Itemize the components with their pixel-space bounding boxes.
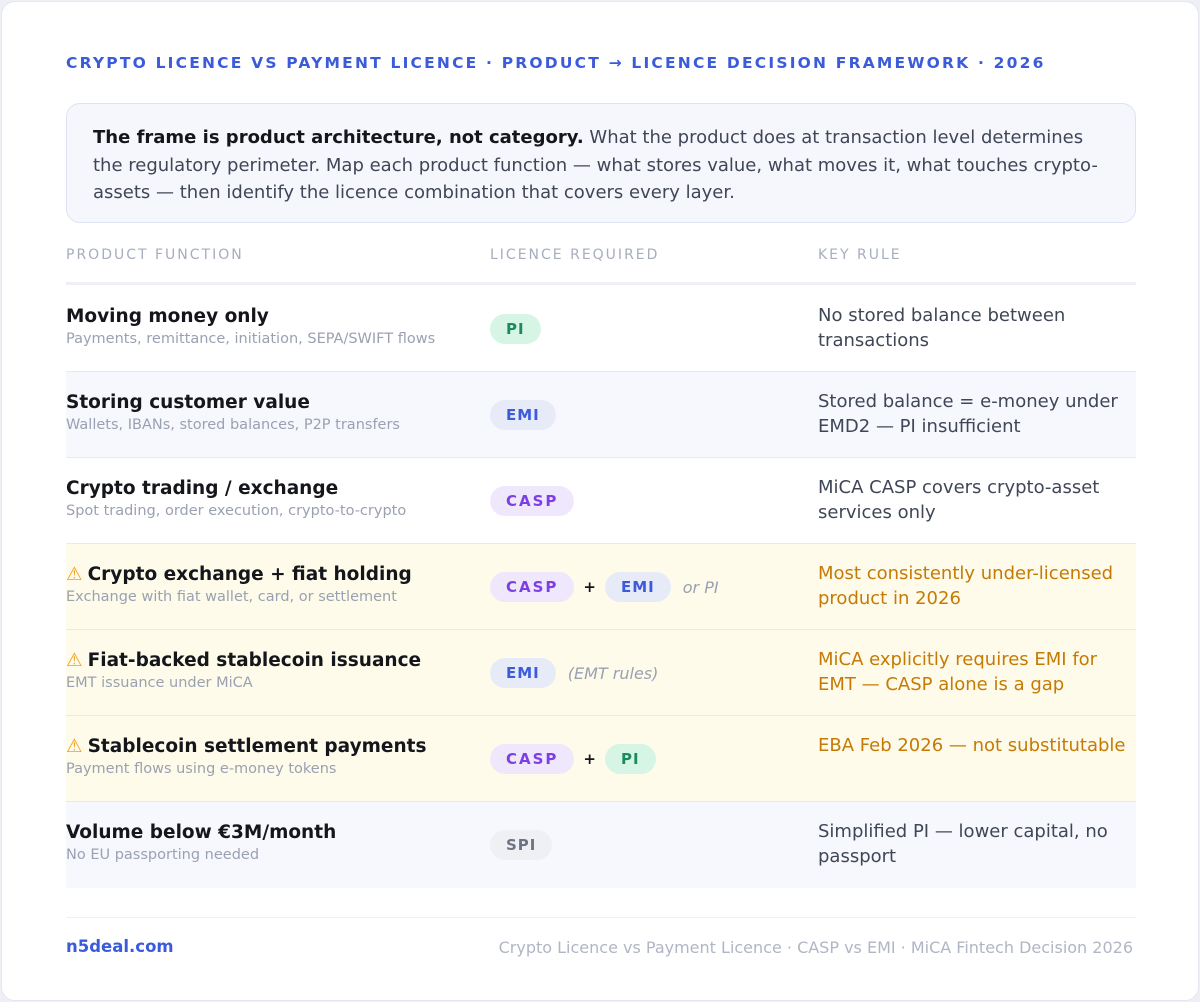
table-row: Crypto trading / exchange Spot trading, o… [66, 458, 1136, 544]
product-function-title: Moving money only [66, 306, 466, 327]
licence-required-cell: CASP [490, 486, 575, 516]
key-rule-cell: EBA Feb 2026 — not substitutable [818, 735, 1126, 756]
plus-sign: + [583, 578, 596, 596]
key-rule-cell: Most consistently under-licensed product… [818, 563, 1114, 609]
licence-badge-casp: CASP [490, 486, 575, 516]
product-function-subtitle: No EU passporting needed [66, 847, 260, 863]
licence-badge-casp: CASP [490, 744, 575, 774]
licence-note: or PI [682, 577, 719, 597]
footer-divider [66, 917, 1136, 918]
table-row: ⚠ Crypto exchange + fiat holding Exchange … [66, 544, 1136, 630]
product-function-cell: ⚠ Fiat-backed stablecoin issuance EMT issu… [66, 650, 466, 691]
licence-required-cell: EMI (EMT rules) [490, 658, 658, 688]
product-function-subtitle: Wallets, IBANs, stored balances, P2P tra… [66, 417, 400, 433]
key-rule-cell: MiCA CASP covers crypto-asset services o… [818, 477, 1100, 523]
brand-link[interactable]: n5deal.com [66, 937, 174, 956]
table-header: PRODUCT FUNCTION LICENCE REQUIRED KEY RU… [66, 245, 1136, 285]
product-function-title-text: Stablecoin settlement payments [87, 736, 427, 757]
product-function-title-text: Volume below €3M/month [66, 822, 337, 843]
key-rule-cell: No stored balance between transactions [818, 305, 1066, 351]
column-header-product-function: PRODUCT FUNCTION [66, 247, 244, 263]
table-row: ⚠ Stablecoin settlement payments Payment f… [66, 716, 1136, 802]
product-function-subtitle: Payment flows using e-money tokens [66, 761, 337, 777]
product-function-subtitle: Exchange with fiat wallet, card, or sett… [66, 589, 397, 605]
footer-note: Crypto Licence vs Payment Licence · CASP… [498, 938, 1133, 957]
licence-badge-emi: EMI [605, 572, 671, 602]
product-function-title-text: Crypto exchange + fiat holding [87, 564, 412, 585]
key-rule-cell: Stored balance = e-money under EMD2 — PI… [818, 391, 1118, 437]
licence-required-cell: CASP + PI [490, 744, 656, 774]
page-eyebrow-title: CRYPTO LICENCE VS PAYMENT LICENCE · PROD… [66, 54, 1046, 72]
licence-required-cell: CASP + EMI or PI [490, 572, 719, 602]
licence-badge-spi: SPI [490, 830, 553, 860]
product-function-title: Volume below €3M/month [66, 822, 466, 843]
key-rule-cell: MiCA explicitly requires EMI for EMT — C… [818, 649, 1098, 695]
product-function-cell: Storing customer value Wallets, IBANs, st… [66, 392, 466, 433]
product-function-title: Crypto trading / exchange [66, 478, 466, 499]
product-function-title: Storing customer value [66, 392, 466, 413]
column-header-key-rule: KEY RULE [818, 247, 902, 263]
table-row: Moving money only Payments, remittance, i… [66, 286, 1136, 372]
product-function-title-text: Fiat-backed stablecoin issuance [87, 650, 422, 671]
licence-required-cell: EMI [490, 400, 556, 430]
product-function-subtitle: Payments, remittance, initiation, SEPA/S… [66, 331, 436, 347]
column-header-licence-required: LICENCE REQUIRED [490, 247, 660, 263]
product-function-title-text: Storing customer value [66, 392, 310, 413]
table-row: Storing customer value Wallets, IBANs, st… [66, 372, 1136, 458]
product-function-title-text: Moving money only [66, 306, 269, 327]
licence-badge-emi: EMI [490, 658, 556, 688]
product-function-cell: Crypto trading / exchange Spot trading, o… [66, 478, 466, 519]
licence-badge-casp: CASP [490, 572, 575, 602]
warning-icon: ⚠ [66, 564, 83, 585]
key-rule-cell: Simplified PI — lower capital, no passpo… [818, 821, 1108, 867]
intro-callout: The frame is product architecture, not c… [66, 103, 1136, 223]
product-function-cell: Moving money only Payments, remittance, i… [66, 306, 466, 347]
product-function-title-text: Crypto trading / exchange [66, 478, 339, 499]
warning-icon: ⚠ [66, 650, 83, 671]
product-function-title: ⚠ Stablecoin settlement payments [66, 736, 466, 757]
licence-required-cell: SPI [490, 830, 553, 860]
licence-badge-emi: EMI [490, 400, 556, 430]
table-row: Volume below €3M/month No EU passporting … [66, 802, 1136, 888]
product-function-subtitle: EMT issuance under MiCA [66, 675, 253, 691]
licence-badge-pi: PI [490, 314, 541, 344]
product-function-title: ⚠ Fiat-backed stablecoin issuance [66, 650, 466, 671]
licence-required-cell: PI [490, 314, 541, 344]
licence-note: (EMT rules) [567, 663, 659, 683]
intro-lead: The frame is product architecture, not c… [93, 127, 584, 148]
product-function-title: ⚠ Crypto exchange + fiat holding [66, 564, 466, 585]
warning-icon: ⚠ [66, 736, 83, 757]
product-function-cell: ⚠ Stablecoin settlement payments Payment f… [66, 736, 466, 777]
licence-badge-pi: PI [605, 744, 656, 774]
decision-table: Moving money only Payments, remittance, i… [66, 286, 1136, 888]
framework-card: CRYPTO LICENCE VS PAYMENT LICENCE · PROD… [1, 1, 1199, 1001]
product-function-cell: Volume below €3M/month No EU passporting … [66, 822, 466, 863]
product-function-cell: ⚠ Crypto exchange + fiat holding Exchange … [66, 564, 466, 605]
table-row: ⚠ Fiat-backed stablecoin issuance EMT issu… [66, 630, 1136, 716]
product-function-subtitle: Spot trading, order execution, crypto-to… [66, 503, 407, 519]
plus-sign: + [583, 750, 596, 768]
